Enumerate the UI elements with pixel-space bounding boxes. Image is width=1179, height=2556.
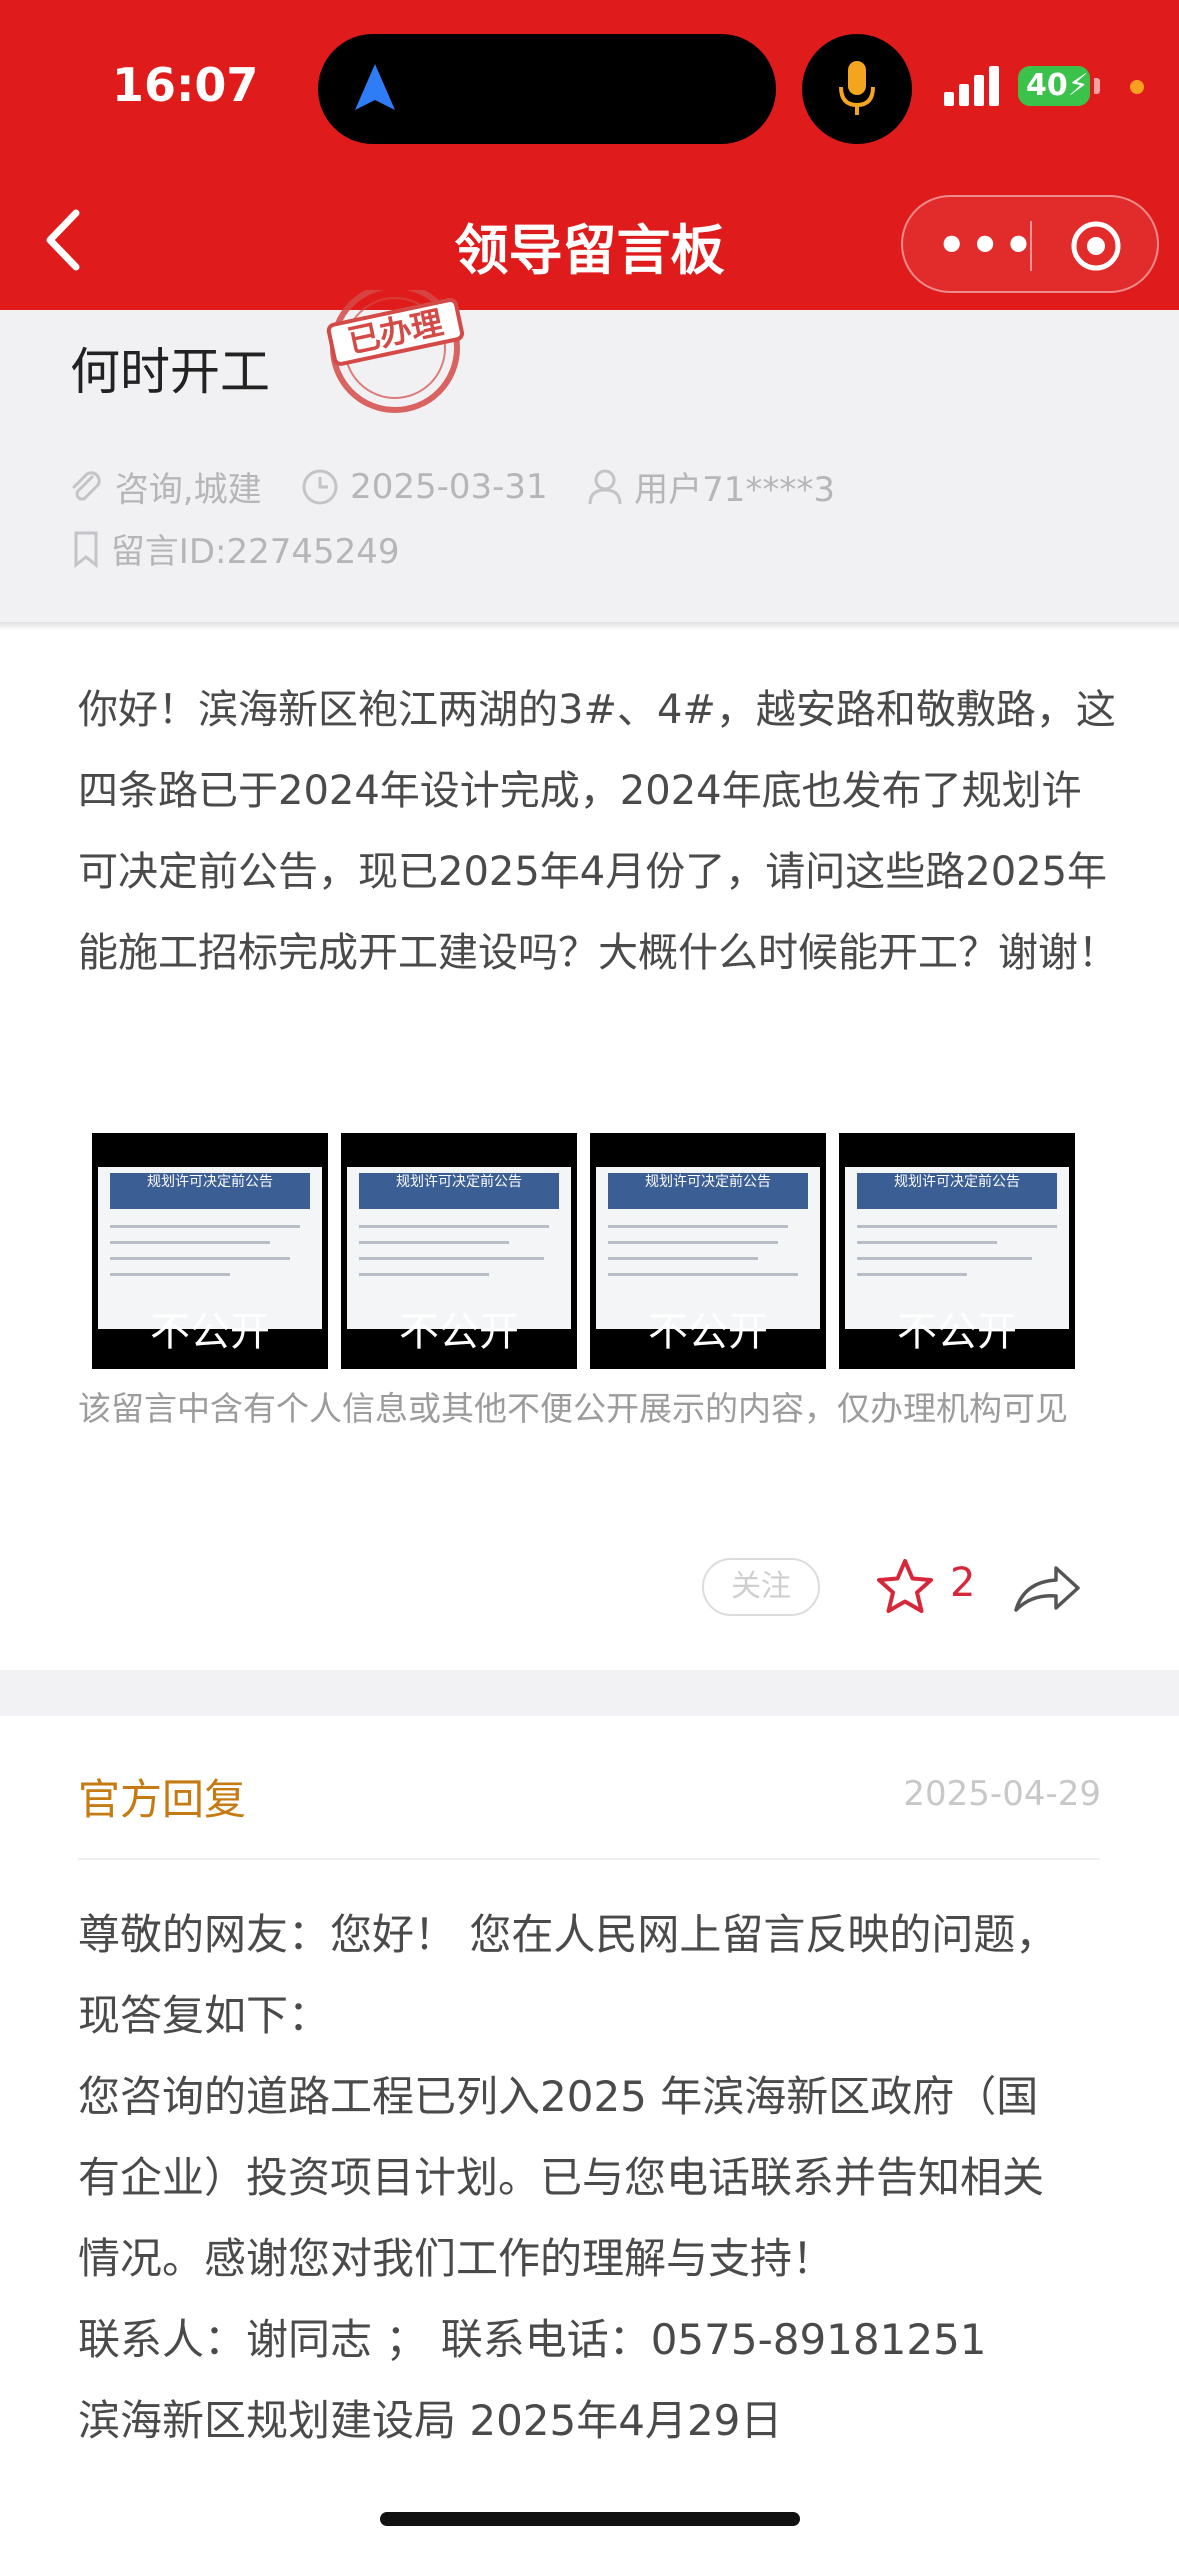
- processed-stamp: 已办理: [326, 290, 465, 413]
- reply-line: 尊敬的网友：您好！ 您在人民网上留言反映的问题，: [78, 1910, 1058, 1959]
- reply-divider: [78, 1858, 1100, 1860]
- message-meta: 咨询,城建 2025-03-31 用户71****3: [68, 462, 835, 511]
- follow-button[interactable]: 关注: [702, 1558, 820, 1616]
- section-shadow: [0, 622, 1179, 630]
- message-date: 2025-03-31: [350, 466, 548, 507]
- microphone-icon: [839, 61, 875, 115]
- reply-line: 情况。感谢您对我们工作的理解与支持！: [78, 2234, 835, 2283]
- dynamic-island: [318, 34, 776, 144]
- attachment-thumbnail[interactable]: 规划许可决定前公告 不公开: [92, 1133, 328, 1369]
- microphone-indicator: [802, 34, 912, 144]
- clock-icon: [302, 469, 338, 504]
- document-header: 规划许可决定前公告: [110, 1173, 310, 1209]
- private-label: 不公开: [897, 1309, 1017, 1355]
- reply-line: 滨海新区规划建设局 2025年4月29日: [78, 2396, 783, 2445]
- message-header: 何时开工 已办理 咨询,城建 2025-03-31 用户71****3 留言ID…: [0, 290, 1179, 622]
- attachment-thumbnail[interactable]: 规划许可决定前公告 不公开: [839, 1133, 1075, 1369]
- message-body: 你好！滨海新区袍江两湖的3#、4#，越安路和敬敷路，这四条路已于2024年设计完…: [78, 687, 1118, 976]
- battery-level: 40: [1026, 68, 1068, 103]
- reply-line: 联系人：谢同志 ； 联系电话：0575-89181251: [78, 2315, 987, 2364]
- miniprogram-capsule: •••: [901, 195, 1159, 293]
- private-label: 不公开: [150, 1309, 270, 1355]
- message-category: 咨询,城建: [114, 470, 262, 510]
- privacy-dot: [1130, 80, 1144, 94]
- star-icon[interactable]: [874, 1557, 936, 1617]
- bookmark-icon: [74, 531, 98, 568]
- document-header: 规划许可决定前公告: [608, 1173, 808, 1209]
- battery-cap: [1094, 78, 1100, 94]
- message-id-row: 留言ID:22745249: [72, 524, 400, 573]
- document-header: 规划许可决定前公告: [359, 1173, 559, 1209]
- message-user: 用户71****3: [634, 470, 835, 510]
- private-label: 不公开: [399, 1309, 519, 1355]
- battery-indicator: 40⚡: [1018, 66, 1090, 106]
- reply-line: 有企业）投资项目计划。已与您电话联系并告知相关: [78, 2153, 1045, 2202]
- capsule-divider: [1030, 221, 1032, 271]
- like-count: 2: [950, 1560, 976, 1606]
- navigation-arrow-icon: [355, 64, 395, 110]
- message-title: 何时开工: [70, 343, 270, 401]
- attachment-thumbnail[interactable]: 规划许可决定前公告 不公开: [590, 1133, 826, 1369]
- private-label: 不公开: [648, 1309, 768, 1355]
- home-indicator[interactable]: [380, 2512, 800, 2526]
- close-target-icon[interactable]: [1069, 219, 1123, 273]
- tag-clip-icon: [72, 470, 101, 500]
- message-id: 留言ID:22745249: [110, 532, 400, 572]
- reply-line: 您咨询的道路工程已列入2025 年滨海新区政府（国: [78, 2072, 1039, 2121]
- more-button[interactable]: •••: [937, 222, 1037, 268]
- status-time: 16:07: [112, 58, 259, 112]
- reply-line: 现答复如下：: [78, 1991, 331, 2040]
- section-divider: [0, 1670, 1179, 1716]
- reply-date: 2025-04-29: [903, 1774, 1101, 1814]
- user-icon: [588, 469, 622, 504]
- attachment-thumbnail[interactable]: 规划许可决定前公告 不公开: [341, 1133, 577, 1369]
- privacy-notice: 该留言中含有个人信息或其他不便公开展示的内容，仅办理机构可见: [78, 1389, 1068, 1428]
- share-icon[interactable]: [1012, 1560, 1082, 1616]
- reply-body: 尊敬的网友：您好！ 您在人民网上留言反映的问题， 现答复如下： 您咨询的道路工程…: [78, 1894, 1128, 2461]
- reply-heading: 官方回复: [78, 1775, 247, 1824]
- document-header: 规划许可决定前公告: [857, 1173, 1057, 1209]
- signal-icon: [944, 66, 999, 106]
